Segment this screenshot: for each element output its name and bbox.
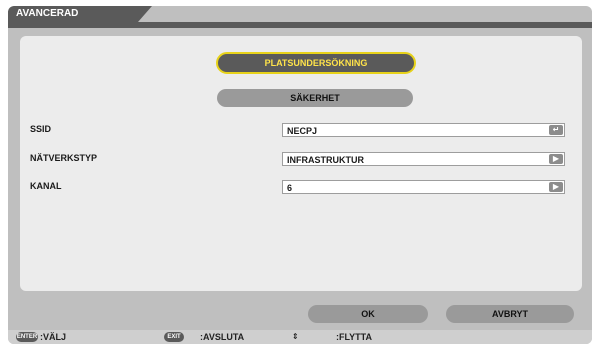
site-survey-button[interactable]: PLATSUNDERSÖKNING — [216, 52, 416, 74]
title-bar — [8, 22, 592, 28]
settings-panel: PLATSUNDERSÖKNING SÄKERHET SSID NECPJ ↵ … — [20, 36, 582, 291]
play-right-icon[interactable]: ▶ — [549, 182, 563, 192]
key-guide-bar: ENTER :VÄLJ EXIT :AVSLUTA ⇕ :FLYTTA — [8, 330, 592, 344]
exit-key-icon: EXIT — [164, 332, 184, 342]
play-right-icon[interactable]: ▶ — [549, 154, 563, 164]
advanced-settings-window: AVANCERAD PLATSUNDERSÖKNING SÄKERHET SSI… — [8, 6, 592, 344]
move-hint: :FLYTTA — [336, 332, 372, 342]
up-down-arrows-icon: ⇕ — [292, 332, 299, 341]
ok-button[interactable]: OK — [308, 305, 428, 323]
title-tab-edge — [138, 6, 152, 22]
channel-label: KANAL — [30, 181, 62, 191]
security-button[interactable]: SÄKERHET — [217, 89, 413, 107]
network-type-label: NÄTVERKSTYP — [30, 153, 98, 163]
channel-field[interactable]: 6 ▶ — [282, 180, 565, 194]
select-hint: :VÄLJ — [40, 332, 67, 342]
ssid-field[interactable]: NECPJ ↵ — [282, 123, 565, 137]
exit-hint: :AVSLUTA — [200, 332, 245, 342]
cancel-button[interactable]: AVBRYT — [446, 305, 574, 323]
enter-key-icon: ENTER — [16, 332, 38, 342]
ssid-label: SSID — [30, 124, 52, 134]
window-title: AVANCERAD — [8, 6, 138, 22]
network-type-field[interactable]: INFRASTRUKTUR ▶ — [282, 152, 565, 166]
ssid-value: NECPJ — [287, 126, 318, 136]
enter-icon[interactable]: ↵ — [549, 125, 563, 135]
channel-value: 6 — [287, 183, 293, 193]
network-type-value: INFRASTRUKTUR — [287, 155, 364, 165]
